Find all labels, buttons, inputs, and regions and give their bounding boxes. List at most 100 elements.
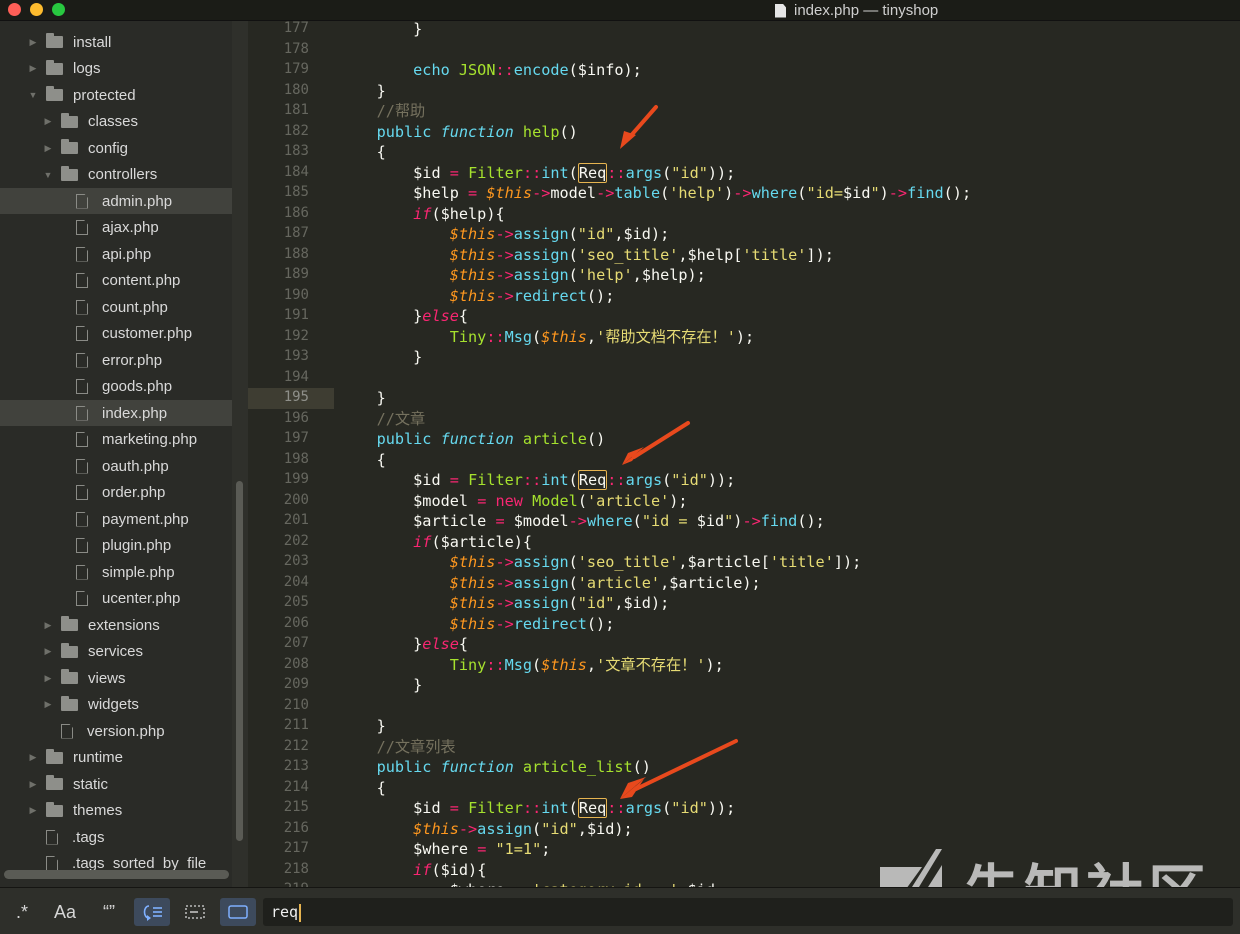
case-sensitive-toggle-button[interactable]: Aa [48,898,82,926]
sidebar-scrollbar[interactable] [236,481,243,841]
expanded-chevron-icon[interactable]: ▼ [43,170,53,180]
folder-item[interactable]: ▶ install [0,29,232,55]
code-line[interactable]: 180 } [248,81,1240,102]
code-line[interactable]: 185 $help = $this->model->table('help')-… [248,183,1240,204]
collapsed-chevron-icon[interactable]: ▶ [43,673,53,684]
collapsed-chevron-icon[interactable]: ▶ [28,779,38,790]
file-item[interactable]: ucenter.php [0,586,232,612]
file-item[interactable]: order.php [0,480,232,506]
in-selection-toggle-button[interactable] [178,898,212,926]
file-item[interactable]: content.php [0,268,232,294]
code-line[interactable]: 216 $this->assign("id",$id); [248,819,1240,840]
collapsed-chevron-icon[interactable]: ▶ [28,37,38,48]
code-line[interactable]: 202 if($article){ [248,532,1240,553]
file-item[interactable]: api.php [0,241,232,267]
collapsed-chevron-icon[interactable]: ▶ [43,620,53,631]
line-number: 211 [283,717,309,733]
zoom-window-button[interactable] [52,3,65,16]
code-line[interactable]: 214 { [248,778,1240,799]
code-line[interactable]: 186 if($help){ [248,204,1240,225]
file-item[interactable]: marketing.php [0,427,232,453]
code-line[interactable]: 208 Tiny::Msg($this,'文章不存在！'); [248,655,1240,676]
code-line[interactable]: 193 } [248,347,1240,368]
code-line[interactable]: 184 $id = Filter::int(Req::args("id")); [248,162,1240,184]
code-line[interactable]: 177 } [248,21,1240,40]
close-window-button[interactable] [8,3,21,16]
collapsed-chevron-icon[interactable]: ▶ [28,752,38,763]
collapsed-chevron-icon[interactable]: ▶ [43,143,53,154]
folder-item[interactable]: ▶ logs [0,56,232,82]
code-line[interactable]: 182 public function help() [248,122,1240,143]
collapsed-chevron-icon[interactable]: ▶ [43,116,53,127]
code-line[interactable]: 190 $this->redirect(); [248,286,1240,307]
collapsed-chevron-icon[interactable]: ▶ [28,63,38,74]
code-line[interactable]: 191 }else{ [248,306,1240,327]
highlight-matches-toggle-button[interactable] [220,898,256,926]
code-line[interactable]: 211 } [248,716,1240,737]
file-item[interactable]: error.php [0,347,232,373]
find-input[interactable]: req [263,898,1233,926]
code-editor[interactable]: 177 } 178 179 echo JSON::encode($info); 180… [248,21,1240,887]
file-item[interactable]: oauth.php [0,453,232,479]
file-item[interactable]: index.php [0,400,232,426]
folder-item[interactable]: ▶ classes [0,109,232,135]
code-line[interactable]: 195 } [248,388,1240,409]
code-line[interactable]: 209 } [248,675,1240,696]
wrap-toggle-button[interactable] [134,898,170,926]
code-line[interactable]: 199 $id = Filter::int(Req::args("id")); [248,470,1240,491]
expanded-chevron-icon[interactable]: ▼ [28,90,38,100]
folder-item[interactable]: ▶ services [0,639,232,665]
folder-item[interactable]: ▶ static [0,771,232,797]
folder-item[interactable]: ▶ widgets [0,692,232,718]
file-item[interactable]: ajax.php [0,215,232,241]
folder-item[interactable]: ▼ protected [0,82,232,108]
file-item[interactable]: .tags [0,824,232,850]
file-item[interactable]: count.php [0,294,232,320]
code-line[interactable]: 194 [248,368,1240,389]
file-item[interactable]: version.php [0,718,232,744]
code-line[interactable]: 201 $article = $model->where("id = $id")… [248,511,1240,532]
folder-item[interactable]: ▶ runtime [0,745,232,771]
code-line[interactable]: 179 echo JSON::encode($info); [248,60,1240,81]
collapsed-chevron-icon[interactable]: ▶ [43,646,53,657]
whole-word-toggle-button[interactable]: “” [92,898,126,926]
code-line[interactable]: 213 public function article_list() [248,757,1240,778]
code-line[interactable]: 207 }else{ [248,634,1240,655]
folder-item[interactable]: ▼ controllers [0,162,232,188]
code-line[interactable]: 178 [248,40,1240,61]
file-item[interactable]: admin.php [0,188,232,214]
folder-item[interactable]: ▶ config [0,135,232,161]
code-line[interactable]: 204 $this->assign('article',$article); [248,573,1240,594]
collapsed-chevron-icon[interactable]: ▶ [43,699,53,710]
folder-item[interactable]: ▶ views [0,665,232,691]
regex-toggle-button[interactable]: .* [6,898,38,926]
minimize-window-button[interactable] [30,3,43,16]
code-line[interactable]: 198 { [248,450,1240,471]
folder-item[interactable]: ▶ extensions [0,612,232,638]
code-line[interactable]: 196 //文章 [248,409,1240,430]
code-line[interactable]: 215 $id = Filter::int(Req::args("id")); [248,798,1240,819]
collapsed-chevron-icon[interactable]: ▶ [28,805,38,816]
code-line[interactable]: 203 $this->assign('seo_title',$article['… [248,552,1240,573]
code-line[interactable]: 189 $this->assign('help',$help); [248,265,1240,286]
code-line[interactable]: 210 [248,696,1240,717]
sidebar-horizontal-scrollbar[interactable] [4,870,229,879]
file-item[interactable]: simple.php [0,559,232,585]
file-item[interactable]: payment.php [0,506,232,532]
code-line[interactable]: 183 { [248,142,1240,163]
file-item[interactable]: goods.php [0,374,232,400]
code-line[interactable]: 192 Tiny::Msg($this,'帮助文档不存在！'); [248,327,1240,348]
code-line[interactable]: 206 $this->redirect(); [248,614,1240,635]
code-line[interactable]: 205 $this->assign("id",$id); [248,593,1240,614]
line-number: 200 [283,491,309,508]
file-item[interactable]: plugin.php [0,533,232,559]
tree-item-label: extensions [88,616,160,634]
code-line[interactable]: 187 $this->assign("id",$id); [248,224,1240,245]
code-line[interactable]: 188 $this->assign('seo_title',$help['tit… [248,245,1240,266]
code-line[interactable]: 212 //文章列表 [248,737,1240,758]
file-item[interactable]: customer.php [0,321,232,347]
code-line[interactable]: 200 $model = new Model('article'); [248,491,1240,512]
code-line[interactable]: 181 //帮助 [248,101,1240,122]
folder-item[interactable]: ▶ themes [0,798,232,824]
code-line[interactable]: 197 public function article() [248,429,1240,450]
